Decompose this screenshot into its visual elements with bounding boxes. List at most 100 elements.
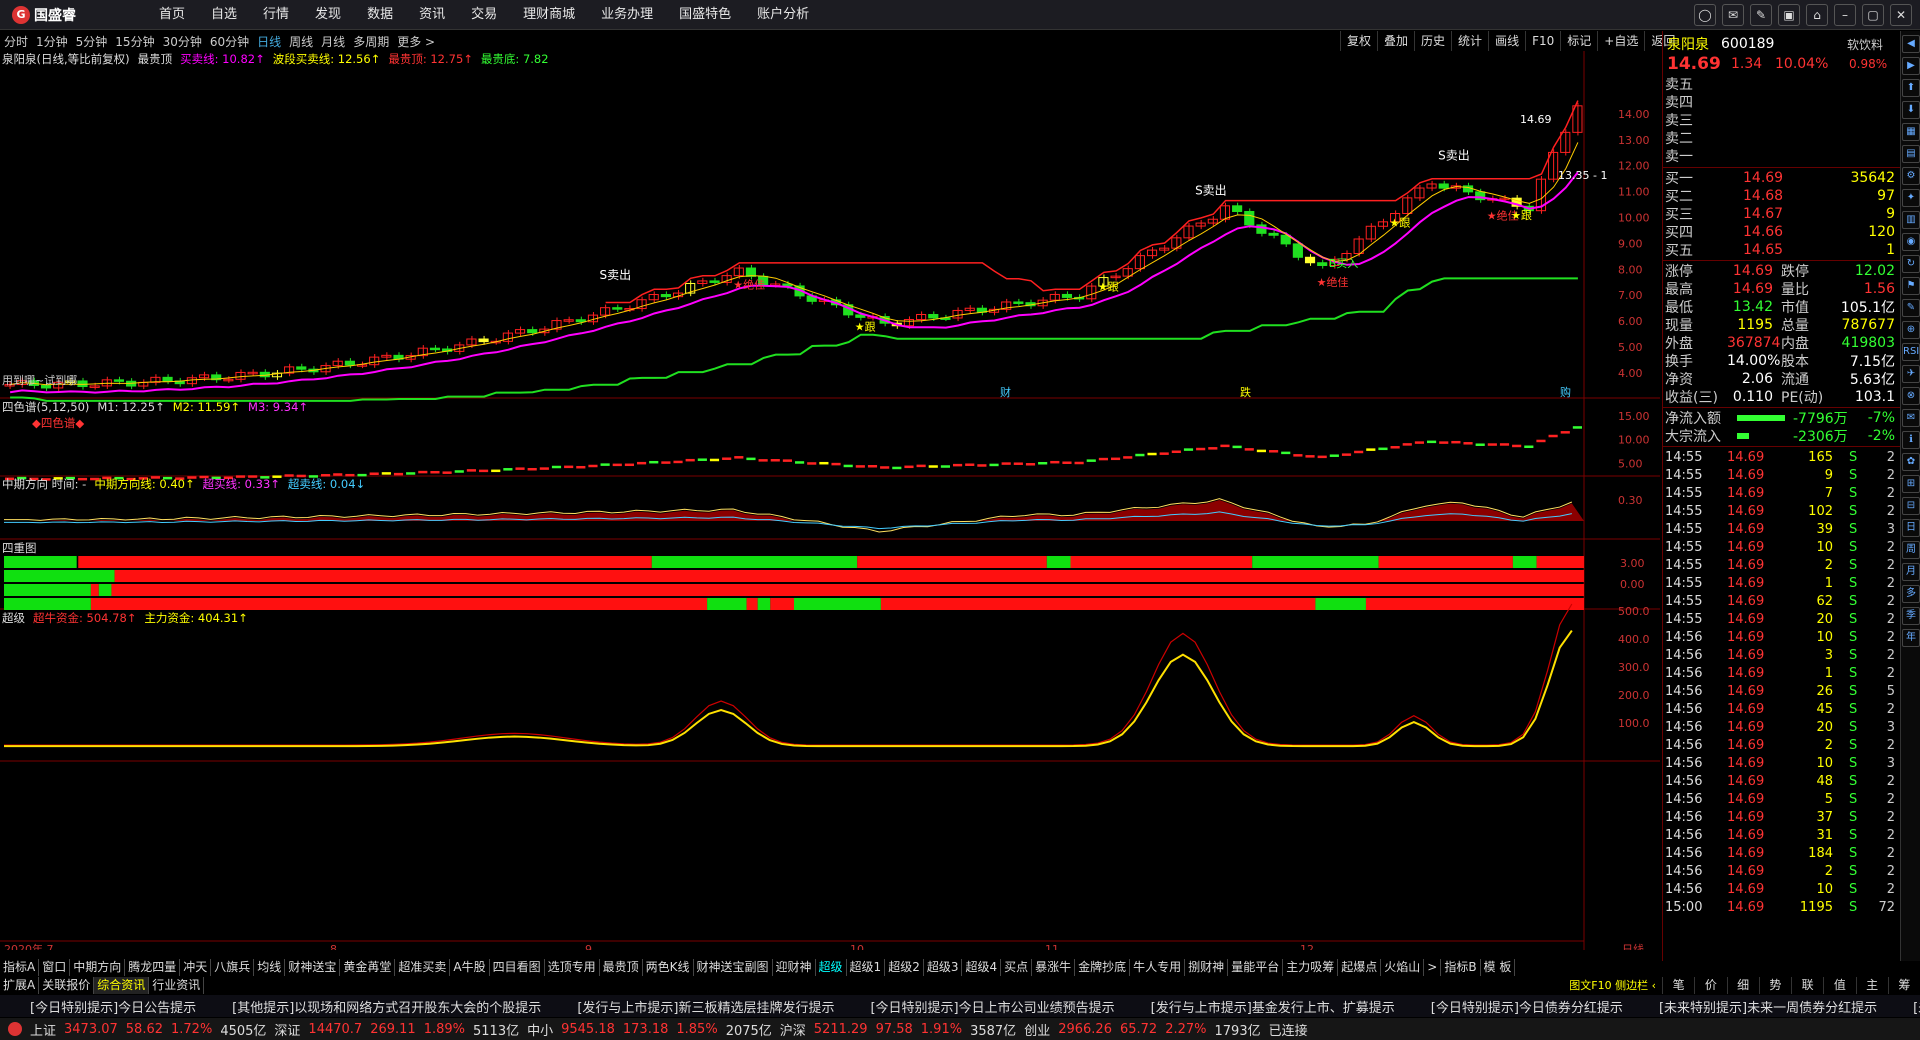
quote-tab-6[interactable]: 主 — [1855, 977, 1888, 994]
indicator-tab-13[interactable]: 最贵顶 — [600, 959, 643, 976]
side-tool-1[interactable]: ▶ — [1902, 57, 1920, 75]
side-tool-15[interactable]: ✈ — [1902, 365, 1920, 383]
indicator-tab-14[interactable]: 两色K线 — [643, 959, 694, 976]
indicator-tab-25[interactable]: 牛人专用 — [1130, 959, 1186, 976]
side-tool-17[interactable]: ✉ — [1902, 409, 1920, 427]
side-tool-23[interactable]: 周 — [1902, 541, 1920, 559]
indicator-tab-30[interactable]: 火焰山 — [1381, 959, 1425, 976]
panel2-title[interactable]: 四色谱(5,12,50) — [2, 399, 89, 415]
indicator-tab-1[interactable]: 窗口 — [39, 959, 71, 976]
nav-item-2[interactable]: 行情 — [250, 0, 302, 30]
period-tab-3[interactable]: 15分钟 — [111, 33, 158, 50]
app-logo[interactable]: G 国盛睿 — [12, 5, 92, 25]
indicator-tab-9[interactable]: 超准买卖 — [395, 959, 451, 976]
side-tool-16[interactable]: ⊗ — [1902, 387, 1920, 405]
period-tab-8[interactable]: 月线 — [317, 33, 349, 50]
kline-chart-svg[interactable]: 14.00 13.00 12.00 11.00 10.00 9.00 8.00 7.00 6.0… — [0, 51, 1660, 956]
indicator-tab-6[interactable]: 均线 — [254, 959, 286, 976]
chart-button-1[interactable]: 叠加 — [1377, 31, 1414, 51]
side-tool-12[interactable]: ✎ — [1902, 299, 1920, 317]
nav-item-5[interactable]: 资讯 — [406, 0, 458, 30]
indicator-tab-26[interactable]: 捌财神 — [1185, 959, 1229, 976]
side-tool-20[interactable]: ⊞ — [1902, 475, 1920, 493]
side-tool-2[interactable]: ⬆ — [1902, 79, 1920, 97]
nav-item-7[interactable]: 理财商城 — [510, 0, 588, 30]
period-tab-5[interactable]: 60分钟 — [206, 33, 253, 50]
indicator-tab-22[interactable]: 买点 — [1001, 959, 1033, 976]
side-tool-9[interactable]: ◉ — [1902, 233, 1920, 251]
period-tab-10[interactable]: 更多 > — [393, 33, 439, 50]
news-item-2[interactable]: [发行与上市提示]新三板精选层挂牌发行提示 — [577, 997, 834, 1016]
side-tool-22[interactable]: 日 — [1902, 519, 1920, 537]
nav-item-4[interactable]: 数据 — [354, 0, 406, 30]
indicator-tab-2[interactable]: 中期方向 — [70, 959, 126, 976]
skin-icon[interactable]: ▣ — [1778, 4, 1800, 26]
quote-tab-7[interactable]: 筹 — [1887, 977, 1920, 994]
side-tool-3[interactable]: ⬇ — [1902, 101, 1920, 119]
nav-item-3[interactable]: 发现 — [302, 0, 354, 30]
indicator-tab-5[interactable]: 八旗兵 — [211, 959, 255, 976]
quote-tab-1[interactable]: 价 — [1694, 977, 1726, 994]
indicator-tab-29[interactable]: 起爆点 — [1338, 959, 1382, 976]
side-tool-4[interactable]: ▦ — [1902, 123, 1920, 141]
indicator-tab-8[interactable]: 黄金苒堂 — [340, 959, 396, 976]
shirt-icon[interactable]: ⌂ — [1806, 4, 1828, 26]
side-tool-7[interactable]: ✦ — [1902, 189, 1920, 207]
chart-button-5[interactable]: F10 — [1525, 31, 1560, 51]
news-item-3[interactable]: [今日特别提示]今日上市公司业绩预告提示 — [870, 997, 1114, 1016]
info-tab-2[interactable]: 综合资讯 — [94, 977, 150, 994]
close-icon[interactable]: ✕ — [1890, 4, 1912, 26]
index-label-sh[interactable]: 上证 — [30, 1020, 56, 1039]
nav-item-1[interactable]: 自选 — [198, 0, 250, 30]
indicator-tab-10[interactable]: A牛股 — [450, 959, 490, 976]
nav-item-8[interactable]: 业务办理 — [588, 0, 666, 30]
news-item-5[interactable]: [今日特别提示]今日债券分红提示 — [1431, 997, 1623, 1016]
quote-tab-4[interactable]: 联 — [1791, 977, 1823, 994]
index-label-sz[interactable]: 深证 — [274, 1020, 300, 1039]
indicator-tab-24[interactable]: 金牌抄底 — [1075, 959, 1131, 976]
quote-tab-5[interactable]: 值 — [1823, 977, 1855, 994]
quote-tab-2[interactable]: 细 — [1726, 977, 1759, 994]
indicator-tab-19[interactable]: 超级2 — [885, 959, 924, 976]
panel4-title[interactable]: 四重图 — [2, 540, 37, 556]
side-tool-14[interactable]: RSI — [1902, 343, 1920, 361]
side-tool-26[interactable]: 季 — [1902, 607, 1920, 625]
chart-button-6[interactable]: 标记 — [1560, 31, 1597, 51]
side-tool-18[interactable]: ℹ — [1902, 431, 1920, 449]
stock-title[interactable]: 泉阳泉(日线,等比前复权) — [2, 51, 130, 67]
indicator-tab-16[interactable]: 迎财神 — [773, 959, 816, 976]
indicator-tab-23[interactable]: 暴涨牛 — [1032, 959, 1076, 976]
chart-button-7[interactable]: +自选 — [1597, 31, 1644, 51]
side-tool-19[interactable]: ✿ — [1902, 453, 1920, 471]
indicator-tab-28[interactable]: 主力吸筹 — [1283, 959, 1339, 976]
nav-item-9[interactable]: 国盛特色 — [666, 0, 744, 30]
chart-button-2[interactable]: 历史 — [1414, 31, 1451, 51]
indicator-tab-0[interactable]: 指标A — [0, 959, 40, 976]
indicator-tab-11[interactable]: 四目看图 — [490, 959, 545, 976]
indicator-tab-15[interactable]: 财神送宝副图 — [694, 959, 773, 976]
side-tool-8[interactable]: ▥ — [1902, 211, 1920, 229]
side-tool-6[interactable]: ⚙ — [1902, 167, 1920, 185]
index-label-zx[interactable]: 中小 — [527, 1020, 553, 1039]
period-tab-9[interactable]: 多周期 — [349, 33, 393, 50]
side-tool-11[interactable]: ⚑ — [1902, 277, 1920, 295]
indicator-tab-31[interactable]: > — [1424, 959, 1442, 976]
panel3-title[interactable]: 中期方向 时间: - — [2, 476, 86, 492]
indicator-tab-32[interactable]: 指标B — [1441, 959, 1481, 976]
indicator-name[interactable]: 最贵顶 — [138, 51, 173, 67]
news-item-7[interactable]: [未来特别 — [1913, 997, 1920, 1016]
info-tab-0[interactable]: 扩展A — [0, 977, 40, 994]
indicator-tab-27[interactable]: 量能平台 — [1228, 959, 1284, 976]
indicator-tab-21[interactable]: 超级4 — [962, 959, 1002, 976]
side-tool-25[interactable]: 多 — [1902, 585, 1920, 603]
period-tab-0[interactable]: 分时 — [0, 33, 32, 50]
period-tab-1[interactable]: 1分钟 — [32, 33, 72, 50]
quote-tab-3[interactable]: 势 — [1758, 977, 1791, 994]
kline-chart-area[interactable]: 14.00 13.00 12.00 11.00 10.00 9.00 8.00 7.00 6.0… — [0, 51, 1660, 956]
f10-sidebar-toggle[interactable]: 图文F10 侧边栏 ‹ — [1560, 977, 1660, 994]
minimize-icon[interactable]: – — [1834, 4, 1856, 26]
indicator-tab-3[interactable]: 腾龙四量 — [125, 959, 181, 976]
maximize-icon[interactable]: ▢ — [1862, 4, 1884, 26]
nav-item-0[interactable]: 首页 — [146, 0, 198, 30]
side-tool-5[interactable]: ▤ — [1902, 145, 1920, 163]
